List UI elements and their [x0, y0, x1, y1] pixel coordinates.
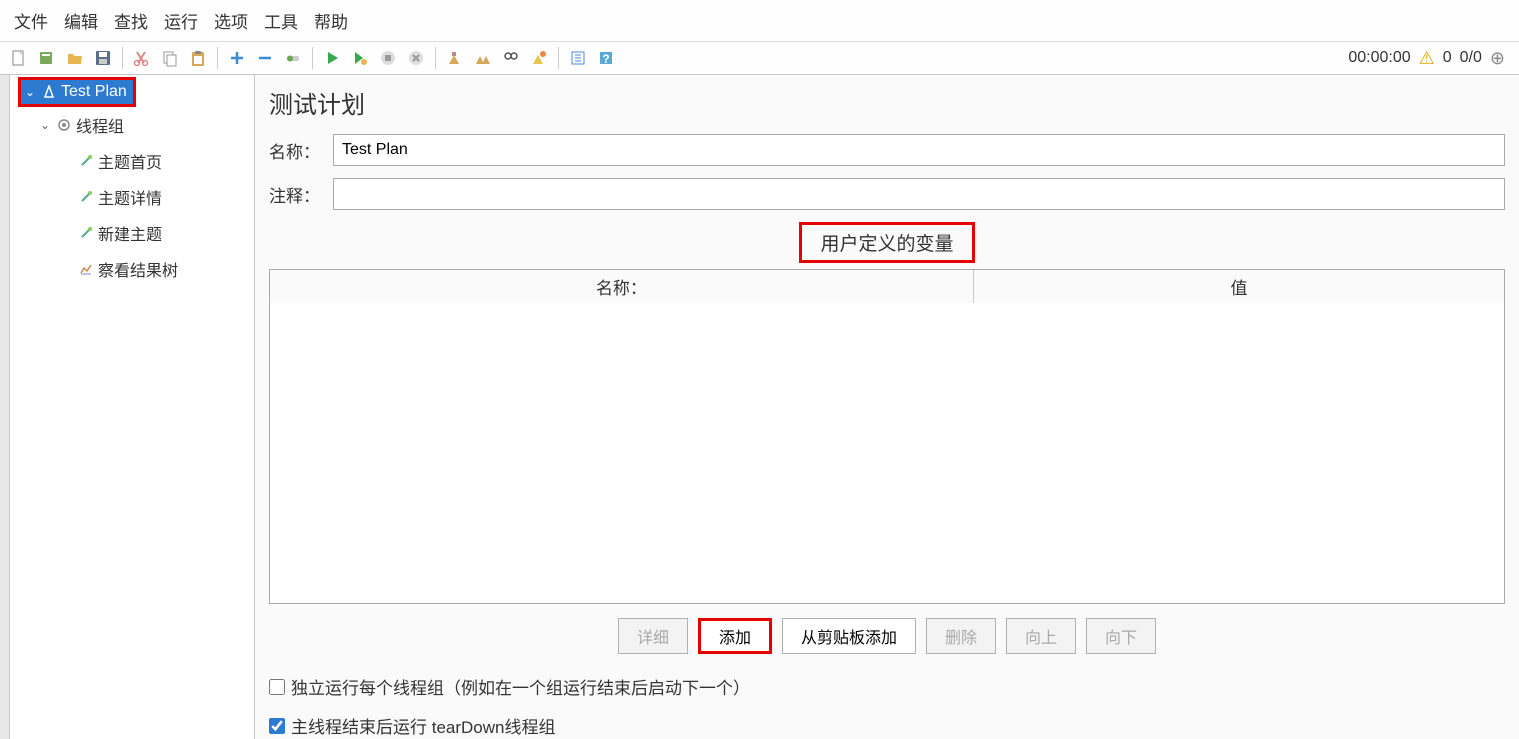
- teardown-label: 主线程结束后运行 tearDown线程组: [291, 713, 555, 738]
- thread-ratio: 0/0: [1460, 49, 1482, 67]
- tree-panel: ⌄ Test Plan ⌄ 线程组 主题首页 主题详情 新建主题: [10, 75, 255, 739]
- toggle-icon[interactable]: [280, 45, 306, 71]
- content-panel: 测试计划 名称： 注释： 用户定义的变量 名称： 值: [255, 75, 1519, 739]
- gear-icon: [56, 117, 72, 133]
- add-button[interactable]: 添加: [698, 618, 772, 654]
- tree-item-detail[interactable]: 主题详情: [10, 179, 254, 215]
- tree-item-new[interactable]: 新建主题: [10, 215, 254, 251]
- warning-icon: ⚠: [1419, 48, 1435, 69]
- sampler-icon: [78, 189, 94, 205]
- copy-icon[interactable]: [157, 45, 183, 71]
- clear-icon[interactable]: [442, 45, 468, 71]
- elapsed-time: 00:00:00: [1348, 49, 1410, 67]
- reset-search-icon[interactable]: [526, 45, 552, 71]
- function-helper-icon[interactable]: [565, 45, 591, 71]
- chevron-down-icon[interactable]: ⌄: [38, 118, 52, 132]
- new-icon[interactable]: [6, 45, 32, 71]
- left-gutter: [0, 75, 10, 739]
- separator: [312, 47, 313, 69]
- collapse-icon[interactable]: [252, 45, 278, 71]
- delete-button[interactable]: 删除: [926, 618, 996, 654]
- save-icon[interactable]: [90, 45, 116, 71]
- cut-icon[interactable]: [129, 45, 155, 71]
- main-area: ⌄ Test Plan ⌄ 线程组 主题首页 主题详情 新建主题: [0, 75, 1519, 739]
- up-button[interactable]: 向上: [1006, 618, 1076, 654]
- tree-item-home[interactable]: 主题首页: [10, 143, 254, 179]
- separator: [122, 47, 123, 69]
- test-plan-highlight: ⌄ Test Plan: [18, 77, 136, 107]
- menu-file[interactable]: 文件: [8, 6, 54, 35]
- name-input[interactable]: [333, 134, 1505, 166]
- tree-label: 线程组: [76, 113, 124, 137]
- comment-label: 注释：: [269, 182, 323, 207]
- detail-button[interactable]: 详细: [618, 618, 688, 654]
- col-value[interactable]: 值: [973, 270, 1504, 303]
- tree-thread-group[interactable]: ⌄ 线程组: [10, 107, 254, 143]
- menu-tools[interactable]: 工具: [258, 6, 304, 35]
- tree-item-results[interactable]: 察看结果树: [10, 251, 254, 287]
- error-count: 0: [1443, 49, 1452, 67]
- tree-label: 察看结果树: [98, 257, 178, 281]
- variables-header: 用户定义的变量: [799, 222, 974, 263]
- paste-icon[interactable]: [185, 45, 211, 71]
- run-notimers-icon[interactable]: [347, 45, 373, 71]
- menu-options[interactable]: 选项: [208, 6, 254, 35]
- status-area: 00:00:00 ⚠ 0 0/0 ⊕: [1348, 48, 1513, 69]
- independent-label: 独立运行每个线程组（例如在一个组运行结束后启动下一个）: [291, 674, 750, 699]
- col-name[interactable]: 名称：: [270, 270, 973, 303]
- sampler-icon: [78, 225, 94, 241]
- shutdown-icon[interactable]: [403, 45, 429, 71]
- menu-run[interactable]: 运行: [158, 6, 204, 35]
- search-icon[interactable]: [498, 45, 524, 71]
- separator: [217, 47, 218, 69]
- menubar: 文件 编辑 查找 运行 选项 工具 帮助: [0, 0, 1519, 42]
- chevron-down-icon[interactable]: ⌄: [23, 85, 37, 99]
- test-plan-icon: [41, 84, 57, 100]
- comment-input[interactable]: [333, 178, 1505, 210]
- down-button[interactable]: 向下: [1086, 618, 1156, 654]
- button-row: 详细 添加 从剪贴板添加 删除 向上 向下: [269, 618, 1505, 654]
- clear-all-icon[interactable]: [470, 45, 496, 71]
- results-tree-icon: [78, 261, 94, 277]
- sampler-icon: [78, 153, 94, 169]
- template-icon[interactable]: [34, 45, 60, 71]
- add-clipboard-button[interactable]: 从剪贴板添加: [782, 618, 916, 654]
- svg-text:?: ?: [602, 52, 609, 66]
- help-icon[interactable]: ?: [593, 45, 619, 71]
- menu-help[interactable]: 帮助: [308, 6, 354, 35]
- open-icon[interactable]: [62, 45, 88, 71]
- tree-label: 主题首页: [98, 149, 162, 173]
- stop-icon[interactable]: [375, 45, 401, 71]
- teardown-checkbox[interactable]: [269, 718, 285, 734]
- separator: [435, 47, 436, 69]
- tree-test-plan[interactable]: ⌄ Test Plan: [21, 80, 133, 104]
- tree-label: 主题详情: [98, 185, 162, 209]
- menu-edit[interactable]: 编辑: [58, 6, 104, 35]
- run-icon[interactable]: [319, 45, 345, 71]
- toolbar: ? 00:00:00 ⚠ 0 0/0 ⊕: [0, 42, 1519, 75]
- tree-label: 新建主题: [98, 221, 162, 245]
- menu-search[interactable]: 查找: [108, 6, 154, 35]
- tree-label: Test Plan: [61, 83, 127, 101]
- grip-icon: ⊕: [1490, 48, 1505, 69]
- variables-section: 用户定义的变量 名称： 值 详细 添加 从剪贴板添加 删除: [269, 222, 1505, 654]
- expand-icon[interactable]: [224, 45, 250, 71]
- independent-checkbox[interactable]: [269, 679, 285, 695]
- checkbox-section: 独立运行每个线程组（例如在一个组运行结束后启动下一个） 主线程结束后运行 tea…: [269, 674, 1505, 739]
- name-label: 名称：: [269, 138, 323, 163]
- separator: [558, 47, 559, 69]
- variables-body[interactable]: [270, 303, 1504, 603]
- panel-title: 测试计划: [269, 85, 1505, 120]
- variables-table: 名称： 值: [269, 269, 1505, 604]
